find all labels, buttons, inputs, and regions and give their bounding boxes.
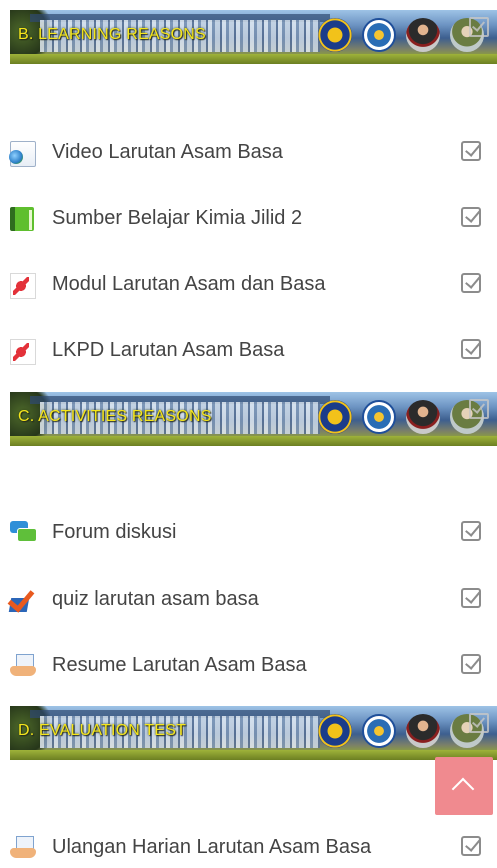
activity-link[interactable]: Forum diskusi [52, 521, 176, 544]
teacher-photo-avatar [406, 714, 440, 748]
completion-checkbox[interactable] [461, 273, 481, 293]
section-completion-checkbox[interactable] [469, 17, 489, 37]
activity-item-book[interactable]: Sumber Belajar Kimia Jilid 2 [0, 199, 497, 239]
completion-checkbox[interactable] [461, 654, 481, 674]
teacher-photo-avatar [406, 400, 440, 434]
activity-item-resume[interactable]: Resume Larutan Asam Basa [0, 646, 497, 686]
section-title: D. EVALUATION TEST [18, 722, 187, 739]
activity-link[interactable]: Resume Larutan Asam Basa [52, 654, 307, 677]
activity-link[interactable]: quiz larutan asam basa [52, 588, 259, 611]
ministry-logo [362, 714, 396, 748]
ministry-logo [362, 400, 396, 434]
book-icon [10, 207, 34, 231]
section-title: C. ACTIVITIES REASONS [18, 408, 212, 425]
activity-item-video[interactable]: Video Larutan Asam Basa [0, 133, 497, 173]
completion-checkbox[interactable] [461, 141, 481, 161]
completion-checkbox[interactable] [461, 836, 481, 856]
completion-checkbox[interactable] [461, 207, 481, 227]
teacher-photo-avatar [406, 18, 440, 52]
assignment-icon [10, 654, 36, 678]
university-logo [318, 714, 352, 748]
section-banner-activities: C. ACTIVITIES REASONS [10, 392, 497, 446]
university-logo [318, 400, 352, 434]
section-title: B. LEARNING REASONS [18, 26, 206, 43]
activity-item-quiz[interactable]: quiz larutan asam basa [0, 580, 497, 620]
activity-item-module[interactable]: Modul Larutan Asam dan Basa [0, 265, 497, 305]
university-logo [318, 18, 352, 52]
activity-link[interactable]: Video Larutan Asam Basa [52, 141, 283, 164]
scroll-to-top-button[interactable] [435, 757, 493, 815]
section-completion-checkbox[interactable] [469, 399, 489, 419]
url-globe-icon [9, 141, 36, 167]
forum-icon [10, 521, 37, 545]
assignment-icon [10, 836, 36, 860]
completion-checkbox[interactable] [461, 339, 481, 359]
completion-checkbox[interactable] [461, 521, 481, 541]
activity-item-ulangan[interactable]: Ulangan Harian Larutan Asam Basa [0, 828, 497, 868]
activity-link[interactable]: LKPD Larutan Asam Basa [52, 339, 284, 362]
activity-link[interactable]: Sumber Belajar Kimia Jilid 2 [52, 207, 302, 230]
pdf-icon [10, 339, 36, 365]
activity-item-lkpd[interactable]: LKPD Larutan Asam Basa [0, 331, 497, 371]
quiz-icon [10, 588, 34, 612]
section-completion-checkbox[interactable] [469, 713, 489, 733]
banner-grass-image [10, 54, 497, 64]
activity-link[interactable]: Modul Larutan Asam dan Basa [52, 273, 326, 296]
activity-link[interactable]: Ulangan Harian Larutan Asam Basa [52, 836, 371, 859]
section-banner-evaluation: D. EVALUATION TEST [10, 706, 497, 760]
ministry-logo [362, 18, 396, 52]
pdf-icon [10, 273, 36, 299]
completion-checkbox[interactable] [461, 588, 481, 608]
section-banner-learning: B. LEARNING REASONS [10, 10, 497, 64]
banner-grass-image [10, 750, 497, 760]
activity-item-forum[interactable]: Forum diskusi [0, 513, 497, 553]
banner-grass-image [10, 436, 497, 446]
